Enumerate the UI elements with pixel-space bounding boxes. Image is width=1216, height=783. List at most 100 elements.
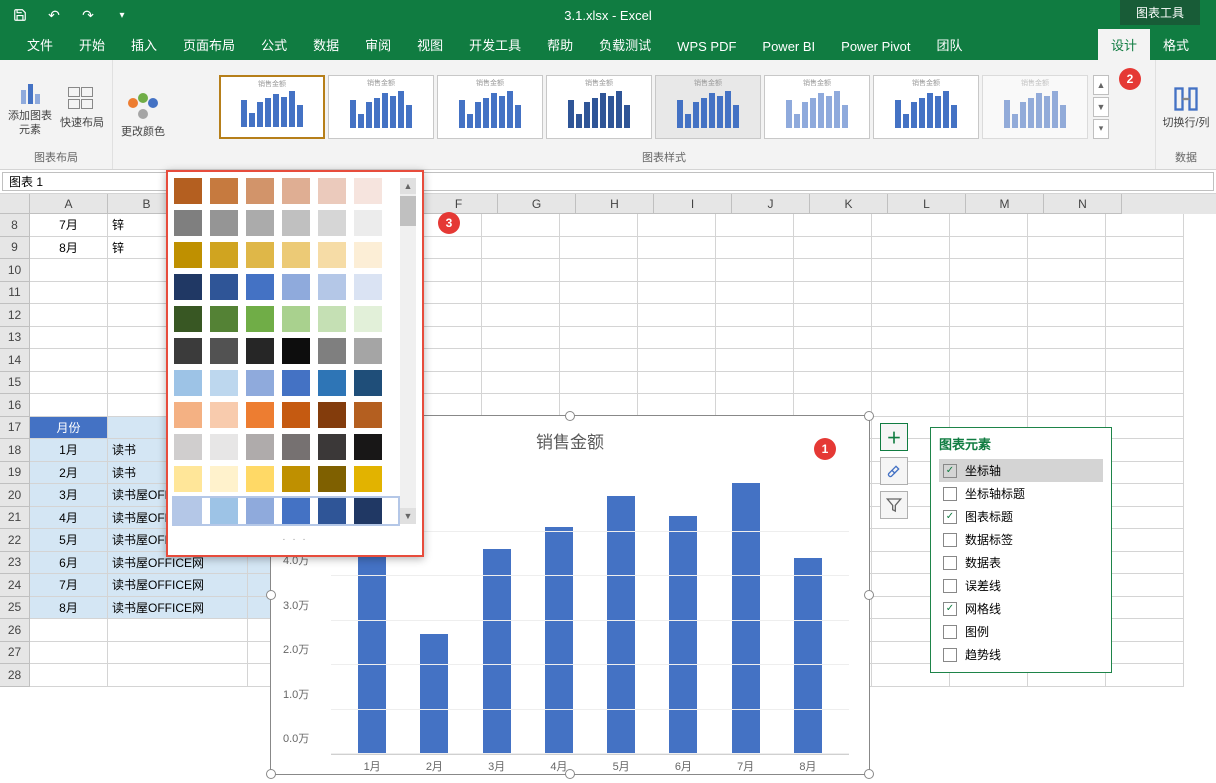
row-header[interactable]: 18 <box>0 439 30 462</box>
resize-handle[interactable] <box>266 769 276 779</box>
cell[interactable] <box>482 214 560 237</box>
color-swatch[interactable] <box>318 370 346 396</box>
color-scheme-row[interactable] <box>174 242 398 268</box>
color-swatch[interactable] <box>282 178 310 204</box>
cell[interactable] <box>1106 597 1184 620</box>
cell[interactable] <box>872 394 950 417</box>
chart-style-4[interactable] <box>546 75 652 139</box>
cell[interactable] <box>638 282 716 305</box>
chart-element-item[interactable]: 趋势线 <box>939 643 1103 666</box>
cell[interactable] <box>716 304 794 327</box>
cell[interactable] <box>872 304 950 327</box>
cell[interactable] <box>1028 237 1106 260</box>
color-swatch[interactable] <box>210 466 238 492</box>
row-header[interactable]: 11 <box>0 282 30 305</box>
row-header[interactable]: 15 <box>0 372 30 395</box>
column-header[interactable]: G <box>498 194 576 214</box>
tab-pagelayout[interactable]: 页面布局 <box>170 29 248 60</box>
cell[interactable] <box>1106 282 1184 305</box>
chart-element-item[interactable]: 网格线 <box>939 597 1103 620</box>
row-header[interactable]: 27 <box>0 642 30 665</box>
styles-more[interactable]: ▾ <box>1093 119 1109 139</box>
cell[interactable] <box>1028 349 1106 372</box>
color-swatch[interactable] <box>282 402 310 428</box>
color-swatch[interactable] <box>354 370 382 396</box>
chart-style-5[interactable] <box>655 75 761 139</box>
cell[interactable] <box>794 327 872 350</box>
tab-view[interactable]: 视图 <box>404 29 456 60</box>
color-swatch[interactable] <box>246 466 274 492</box>
chart-element-item[interactable]: 坐标轴 <box>939 459 1103 482</box>
chart-filters-button[interactable] <box>880 491 908 519</box>
row-header[interactable]: 12 <box>0 304 30 327</box>
chart-element-item[interactable]: 图例 <box>939 620 1103 643</box>
cell[interactable] <box>794 214 872 237</box>
color-swatch[interactable] <box>282 242 310 268</box>
color-swatch[interactable] <box>318 242 346 268</box>
chart-element-item[interactable]: 数据表 <box>939 551 1103 574</box>
cell[interactable] <box>1106 372 1184 395</box>
cell[interactable] <box>1106 507 1184 530</box>
color-swatch[interactable] <box>174 498 202 524</box>
color-swatch[interactable] <box>210 210 238 236</box>
switch-row-col-button[interactable]: 切换行/列 <box>1162 83 1210 130</box>
checkbox[interactable] <box>943 625 957 639</box>
cell[interactable] <box>950 349 1028 372</box>
cell[interactable] <box>1028 282 1106 305</box>
cell[interactable] <box>1106 574 1184 597</box>
cell[interactable] <box>638 259 716 282</box>
chart-styles-button[interactable] <box>880 457 908 485</box>
cell[interactable]: 5月 <box>30 529 108 552</box>
cell[interactable] <box>950 394 1028 417</box>
chart-style-1[interactable] <box>219 75 325 139</box>
column-header[interactable]: H <box>576 194 654 214</box>
color-swatch[interactable] <box>174 242 202 268</box>
cell[interactable] <box>1028 214 1106 237</box>
chart-style-6[interactable] <box>764 75 870 139</box>
color-swatch[interactable] <box>354 274 382 300</box>
cell[interactable] <box>1106 304 1184 327</box>
color-swatch[interactable] <box>282 274 310 300</box>
chart-element-item[interactable]: 误差线 <box>939 574 1103 597</box>
cell[interactable] <box>638 394 716 417</box>
cell[interactable] <box>30 394 108 417</box>
color-swatch[interactable] <box>246 242 274 268</box>
color-swatch[interactable] <box>354 466 382 492</box>
cell[interactable] <box>794 394 872 417</box>
cell[interactable] <box>1028 327 1106 350</box>
cell[interactable] <box>108 664 248 687</box>
cell[interactable] <box>30 349 108 372</box>
cell[interactable]: 6月 <box>30 552 108 575</box>
cell[interactable]: 读书屋OFFICE网 <box>108 597 248 620</box>
cell[interactable] <box>560 372 638 395</box>
chart-style-7[interactable] <box>873 75 979 139</box>
tab-loadtest[interactable]: 负载测试 <box>586 29 664 60</box>
cell[interactable] <box>794 259 872 282</box>
chart-element-item[interactable]: 图表标题 <box>939 505 1103 528</box>
cell[interactable] <box>950 259 1028 282</box>
change-colors-button[interactable]: 更改颜色 <box>119 92 167 139</box>
color-swatch[interactable] <box>354 402 382 428</box>
color-swatch[interactable] <box>174 274 202 300</box>
cell[interactable] <box>30 619 108 642</box>
chart-bar[interactable]: 4月 <box>545 527 573 754</box>
color-swatch[interactable] <box>210 402 238 428</box>
checkbox[interactable] <box>943 648 957 662</box>
cell[interactable] <box>638 304 716 327</box>
cell[interactable] <box>1106 484 1184 507</box>
scroll-down-icon[interactable]: ▼ <box>400 508 416 524</box>
color-swatch[interactable] <box>210 274 238 300</box>
chart-bar[interactable]: 7月 <box>732 483 760 754</box>
cell[interactable] <box>950 327 1028 350</box>
row-header[interactable]: 10 <box>0 259 30 282</box>
resize-handle[interactable] <box>266 590 276 600</box>
cell[interactable] <box>482 282 560 305</box>
chart-bar[interactable]: 2月 <box>420 634 448 754</box>
cell[interactable] <box>30 304 108 327</box>
tab-wpspdf[interactable]: WPS PDF <box>664 33 749 60</box>
resize-handle[interactable] <box>864 590 874 600</box>
tab-format[interactable]: 格式 <box>1150 29 1202 60</box>
cell[interactable] <box>560 327 638 350</box>
add-chart-element-button[interactable]: 添加图表元素 <box>6 76 54 136</box>
tab-powerpivot[interactable]: Power Pivot <box>828 33 923 60</box>
